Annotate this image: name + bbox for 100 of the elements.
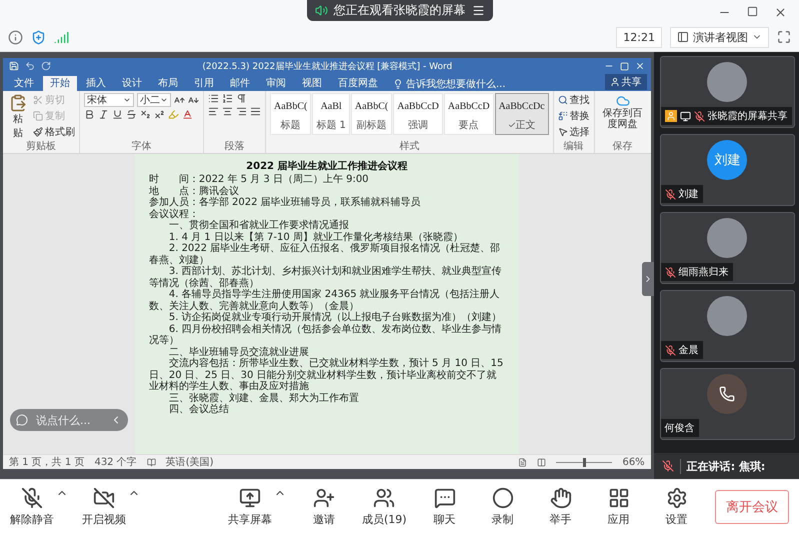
close-icon[interactable] — [774, 6, 787, 19]
subscript-icon[interactable] — [140, 109, 151, 120]
ribbon-tab[interactable]: 开始 — [43, 76, 77, 91]
ribbon-tab[interactable]: 邮件 — [223, 76, 257, 91]
shrink-font-icon[interactable] — [188, 94, 199, 106]
style-option[interactable]: AaBl 标题 1 — [312, 93, 350, 135]
leave-meeting-button[interactable]: 离开会议 — [715, 490, 789, 524]
font-size-select[interactable]: 小二 — [137, 93, 171, 107]
strikethrough-icon[interactable] — [126, 109, 137, 120]
group-label: 保存 — [612, 141, 634, 153]
document-paragraph: 交流内容包括：所带毕业生数、已交就业材料学生数，预计 5 月 10 日、15 日、20 日、25 日、30 日能分别交就业材料学生数，预计毕业离校前交不了就业材料的学生人数、事由及应对措施 — [148, 358, 504, 392]
group-label: 段落 — [224, 141, 246, 153]
share-button[interactable]: 共享 — [604, 74, 647, 90]
justify-icon[interactable] — [250, 106, 261, 117]
ribbon-tab[interactable]: 百度网盘 — [331, 76, 385, 91]
toolbar-button[interactable]: 录制 — [482, 486, 523, 526]
document-paragraph: 一、贯彻全国和省就业工作要求情况通报 — [168, 220, 350, 232]
user-icon — [610, 77, 620, 87]
chat-input[interactable]: 说点什么... — [34, 412, 104, 428]
ribbon-tab[interactable]: 设计 — [115, 76, 149, 91]
document-paragraph: 会议议程： — [148, 208, 200, 220]
settings-icon — [666, 486, 688, 508]
numbered-list-icon[interactable] — [222, 93, 233, 104]
sidebar-toggle[interactable] — [642, 262, 654, 296]
chat-icon — [434, 486, 456, 508]
photo-placeholder — [707, 218, 748, 258]
paste-button[interactable]: 粘贴 — [7, 93, 29, 141]
toolbar-button[interactable]: 解除静音 — [10, 486, 54, 526]
editing-button[interactable]: 选择 — [558, 125, 590, 139]
group-label: 字体 — [130, 141, 152, 153]
chat-bar[interactable]: 说点什么... — [10, 409, 128, 431]
document-paragraph: 5. 访企拓岗促就业专项行动开展情况（以上报电子台账数据为准）（刘建） — [168, 312, 503, 324]
tell-me-field[interactable]: 告诉我您想要做什么... — [387, 76, 512, 91]
shield-icon[interactable] — [31, 30, 46, 44]
document-title: (2022.5.3) 2022届毕业生就业推进会议程 [兼容模式] - Word — [201, 60, 454, 72]
style-option[interactable]: AaBbCcD 强调 — [393, 93, 443, 135]
toolbar-button[interactable]: 共享屏幕 — [228, 486, 272, 526]
ribbon-tab[interactable]: 文件 — [7, 76, 41, 91]
replace-icon — [558, 111, 568, 121]
meeting-time: 12:21 — [616, 26, 662, 48]
check-icon — [508, 121, 516, 129]
align-right-icon[interactable] — [236, 106, 247, 117]
grow-font-icon[interactable] — [174, 94, 185, 106]
align-left-icon[interactable] — [208, 106, 219, 117]
grid-icon — [608, 486, 630, 508]
font-name-select[interactable]: 宋体 — [84, 93, 134, 107]
style-option[interactable]: AaBbCcDc 正文 — [494, 93, 549, 135]
redo-icon[interactable] — [41, 61, 51, 71]
ribbon-tab[interactable]: 布局 — [151, 76, 185, 91]
page-count: 第 1 页，共 1 页 — [9, 456, 84, 469]
ribbon-tab[interactable]: 视图 — [295, 76, 329, 91]
zoom-level: 66% — [622, 456, 645, 468]
ribbon-tab[interactable]: 引用 — [187, 76, 221, 91]
clipboard-icon — [9, 94, 27, 112]
menu-icon[interactable] — [472, 4, 484, 17]
print-layout-icon[interactable] — [537, 458, 546, 466]
toolbar-button[interactable]: 开启视频 — [82, 486, 126, 526]
toolbar-button[interactable]: 成员(19) — [362, 486, 407, 526]
document-paragraph: 3. 西部计划、苏北计划、乡村振兴计划和就业困难学生帮扶、就业典型宣传等情况（徐茜、邵春燕） — [148, 266, 503, 288]
maximize-icon[interactable] — [747, 6, 758, 17]
bullet-list-icon[interactable] — [208, 93, 219, 104]
ribbon-tab[interactable]: 插入 — [79, 76, 113, 91]
participant-name: 张晓霞的屏幕共享 — [708, 110, 788, 123]
toolbar-button[interactable]: 邀请 — [304, 486, 344, 526]
caret-icon — [123, 96, 131, 104]
avatar-circle: 刘建 — [707, 140, 748, 180]
editing-button[interactable]: 替换 — [558, 109, 590, 123]
clipboard-button[interactable]: 格式刷 — [33, 125, 75, 139]
zoom-thumb[interactable] — [583, 458, 586, 466]
document-paragraph: 四、会议总结 — [168, 404, 230, 416]
book-icon — [146, 458, 156, 466]
toolbar-button[interactable]: 设置 — [656, 486, 697, 526]
view-mode-button[interactable]: 演讲者视图 — [670, 26, 769, 48]
close-icon[interactable] — [634, 61, 645, 71]
undo-icon[interactable] — [25, 61, 35, 71]
toolbar-button[interactable]: 应用 — [598, 486, 639, 526]
style-option[interactable]: AaBbC( 副标题 — [350, 93, 392, 135]
toolbar-button[interactable]: 举手 — [540, 486, 581, 526]
fullscreen-icon[interactable] — [777, 30, 791, 44]
pilcrow-icon[interactable] — [236, 93, 247, 104]
document-paragraph: 1. 4 月 1 日以来【第 7-10 周】就业工作量化考核结果（张晓霞） — [168, 232, 464, 242]
monitor-icon — [239, 486, 261, 508]
underline-icon[interactable] — [112, 109, 123, 120]
search-icon — [558, 95, 568, 105]
font-color-icon[interactable] — [182, 109, 193, 120]
toolbar-button[interactable]: 聊天 — [424, 486, 465, 526]
save-icon[interactable] — [9, 61, 19, 71]
style-option[interactable]: AaBbCcD 要点 — [444, 93, 494, 135]
read-mode-icon[interactable] — [518, 458, 528, 466]
superscript-icon[interactable] — [154, 109, 165, 120]
editing-button[interactable]: 查找 — [558, 93, 590, 107]
add-user-icon — [313, 486, 335, 508]
style-option[interactable]: AaBbC( 标题 — [270, 93, 312, 135]
pointer-icon — [558, 127, 568, 137]
info-icon[interactable] — [8, 30, 23, 44]
save-cloud-button[interactable]: 保存到百度网盘 — [598, 93, 647, 131]
bold-icon[interactable] — [84, 109, 95, 120]
align-center-icon[interactable] — [222, 106, 233, 117]
italic-icon[interactable] — [98, 109, 109, 120]
ribbon-tab[interactable]: 审阅 — [259, 76, 293, 91]
